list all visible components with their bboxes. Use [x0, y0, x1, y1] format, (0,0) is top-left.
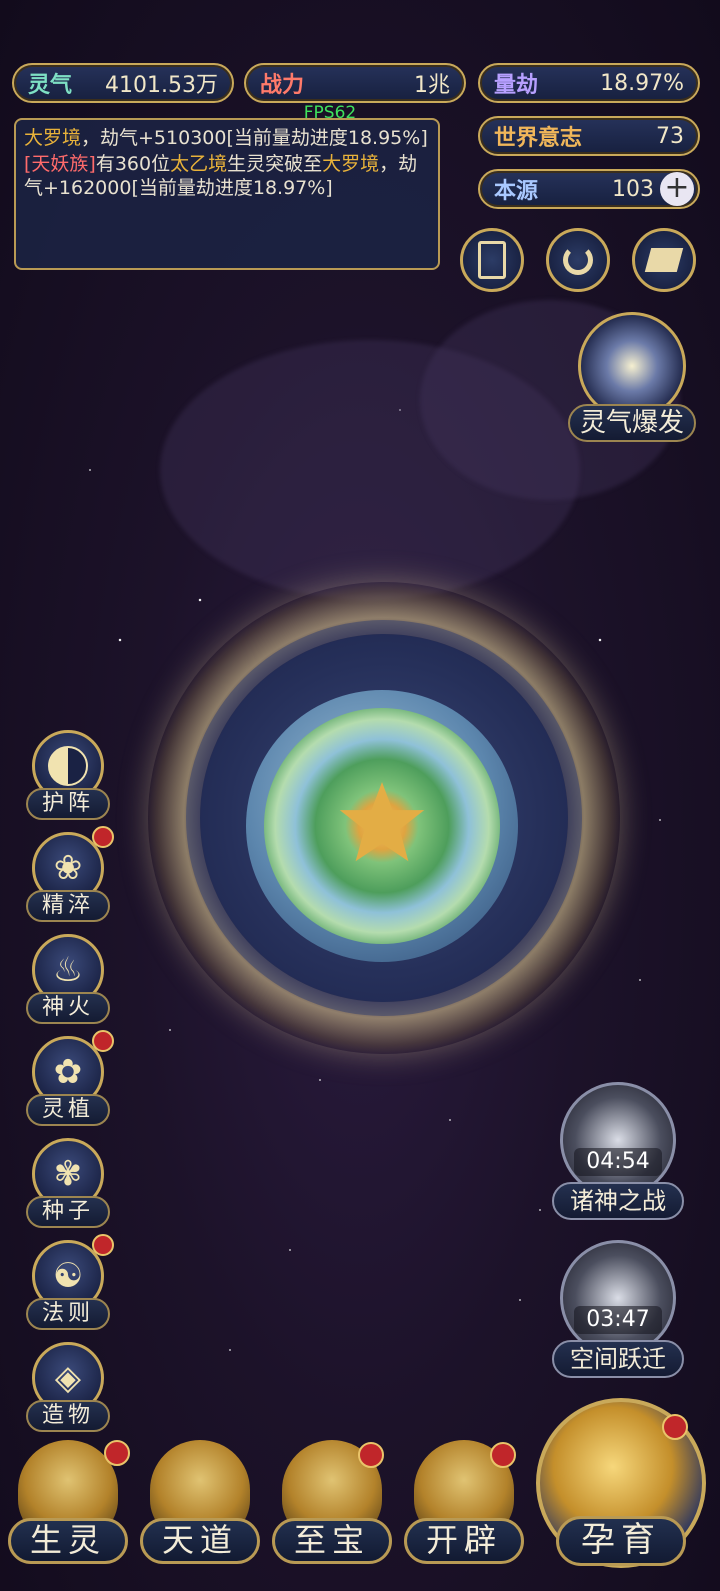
log-entry: 大罗境，劫气+510300[当前量劫进度18.95%]: [24, 127, 428, 149]
sword-icon: [560, 1082, 676, 1198]
side-button-label: 法则: [26, 1298, 110, 1330]
event-label: 空间跃迁: [552, 1340, 684, 1378]
notification-badge: [92, 826, 114, 848]
event-timer: 03:47: [574, 1306, 662, 1334]
notification-badge: [490, 1442, 516, 1468]
lingqi-value: 4101.53万: [105, 73, 218, 98]
notification-badge: [92, 1234, 114, 1256]
event-button-kongjian[interactable]: 03:47 空间跃迁: [552, 1240, 684, 1378]
notification-badge: [92, 1030, 114, 1052]
side-button-shenhuo[interactable]: ♨ 神火: [26, 934, 110, 1032]
event-button-zhushen[interactable]: 04:54 诸神之战: [552, 1082, 684, 1220]
nav-button-shengling[interactable]: 生灵: [8, 1440, 130, 1590]
liangjie-value: 18.97%: [600, 70, 684, 96]
shijie-label: 世界意志: [494, 126, 583, 151]
side-button-huzhen[interactable]: 护阵: [26, 730, 110, 828]
nav-button-tiandao[interactable]: 天道: [140, 1440, 260, 1590]
benyuan-display: 本源 103 +: [478, 169, 700, 209]
benyuan-label: 本源: [494, 179, 539, 204]
zhanli-label: 战力: [260, 73, 305, 98]
side-button-label: 护阵: [26, 788, 110, 820]
event-log: 大罗境，劫气+510300[当前量劫进度18.95%] [天妖族]有360位太乙…: [14, 118, 440, 270]
notification-badge: [104, 1440, 130, 1466]
side-button-faze[interactable]: ☯ 法则: [26, 1234, 114, 1338]
lingqi-label: 灵气: [28, 73, 73, 98]
liangjie-label: 量劫: [494, 73, 539, 98]
vortex-icon: [563, 245, 593, 275]
nav-button-kaipi[interactable]: 开辟: [404, 1440, 524, 1590]
side-button-label: 造物: [26, 1400, 110, 1432]
notification-badge: [662, 1414, 688, 1440]
side-button-label: 灵植: [26, 1094, 110, 1126]
nav-label: 生灵: [8, 1518, 128, 1564]
liangjie-display: 量劫 18.97%: [478, 63, 700, 103]
card-icon: [478, 241, 506, 279]
scroll-icon: [644, 248, 684, 272]
nav-label: 至宝: [272, 1518, 392, 1564]
burst-label: 灵气爆发: [568, 404, 696, 442]
add-benyuan-button[interactable]: +: [660, 172, 694, 206]
side-button-label: 种子: [26, 1196, 110, 1228]
swirl-icon: [560, 1240, 676, 1356]
benyuan-value: 103: [612, 176, 654, 202]
card-button[interactable]: [460, 228, 524, 292]
lingqi-display: 灵气 4101.53万: [12, 63, 234, 103]
yunyu-button[interactable]: 孕育: [536, 1398, 706, 1580]
scroll-button[interactable]: [632, 228, 696, 292]
zhanli-display: 战力 1兆: [244, 63, 466, 103]
notification-badge: [358, 1442, 384, 1468]
event-label: 诸神之战: [552, 1182, 684, 1220]
nav-label: 开辟: [404, 1518, 524, 1564]
nav-label: 天道: [140, 1518, 260, 1564]
yunyu-label: 孕育: [556, 1516, 686, 1566]
shijie-display: 世界意志 73: [478, 116, 700, 156]
shijie-value: 73: [656, 123, 684, 149]
side-button-label: 精淬: [26, 890, 110, 922]
log-entry: [天妖族]有360位太乙境生灵突破至大罗境，劫气+162000[当前量劫进度18…: [24, 153, 418, 199]
side-button-jingcui[interactable]: ❀ 精淬: [26, 826, 114, 930]
side-button-zhongzi[interactable]: ✾ 种子: [26, 1138, 110, 1236]
vortex-button[interactable]: [546, 228, 610, 292]
lingqi-burst-button[interactable]: 灵气爆发: [568, 312, 696, 442]
zhanli-value: 1兆: [414, 73, 450, 98]
nav-button-zhibao[interactable]: 至宝: [272, 1440, 392, 1590]
side-button-zaowu[interactable]: ◈ 造物: [26, 1342, 110, 1440]
world-orb[interactable]: [148, 582, 620, 1054]
event-timer: 04:54: [574, 1148, 662, 1176]
side-button-label: 神火: [26, 992, 110, 1024]
side-button-lingzhi[interactable]: ✿ 灵植: [26, 1030, 114, 1134]
